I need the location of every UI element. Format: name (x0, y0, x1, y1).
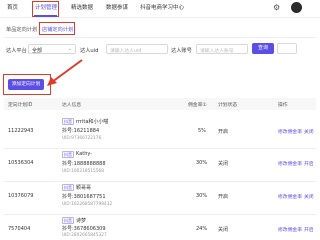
annotation-arrow (47, 59, 83, 86)
toggle-status-link[interactable]: 关闭 (304, 128, 314, 135)
chevron-down-icon: ⌄ (67, 46, 72, 52)
uid-input[interactable]: 请输入达人uid (106, 44, 168, 54)
plan-status: 开启 (218, 129, 229, 135)
platform-tag: 抖音 (62, 184, 74, 191)
plan-status: 关闭 (218, 227, 229, 233)
commission-rate: 30% (196, 193, 208, 199)
platform-tag: 抖音 (62, 151, 74, 158)
nav-item-home[interactable]: 首页 (7, 3, 18, 11)
tab-divider (4, 37, 316, 38)
influencer-uid: UID:2802665845327 (62, 233, 107, 238)
row-plan-id: 11222943 (8, 128, 34, 134)
nav-active-indicator (34, 15, 57, 17)
influencer-name: Kathy- (76, 151, 93, 157)
platform-tag: 抖音 (62, 118, 74, 125)
highlight-box-tab (39, 22, 75, 35)
col-header-influencer: 达人信息 (62, 103, 82, 108)
platform-label: 达人平台 (6, 48, 27, 54)
col-header-status: 计划状态 (218, 103, 238, 108)
influencer-name: 颖哥哥 (76, 185, 92, 191)
influencer-name: rrrita和小小喵 (76, 119, 109, 125)
platform-tag: 抖音 (62, 217, 74, 224)
toggle-status-link[interactable]: 开启 (304, 226, 314, 233)
edit-commission-link[interactable]: 修改佣金率 (278, 128, 302, 135)
influencer-uid: UID:97366722176 (62, 136, 102, 141)
influencer-account: 抖号:16211884 (62, 128, 100, 134)
influencer-account: 抖号:1888888888 (62, 161, 106, 167)
influencer-name: 诗梦 (76, 218, 87, 224)
influencer-uid: UID:102268587798432 (62, 202, 113, 207)
row-plan-id: 7570404 (8, 226, 31, 232)
nav-item-learning-center[interactable]: 抖音电商学习中心 (140, 3, 184, 11)
edit-commission-link[interactable]: 修改佣金率 (278, 160, 302, 167)
influencer-account: 抖号:3678606309 (62, 226, 106, 232)
reset-button[interactable] (277, 43, 297, 54)
commission-rate: 24% (196, 226, 208, 232)
nav-item-selected-data[interactable]: 精选数据 (71, 3, 93, 11)
platform-select-value: 全部 (32, 48, 43, 54)
commission-rate: 30% (196, 160, 208, 166)
tab-single-product-plan[interactable]: 单品定向计划 (6, 26, 37, 33)
plan-status: 开启 (218, 194, 229, 200)
nav-item-data-advisor[interactable]: 数据参谋 (106, 3, 128, 11)
edit-commission-link[interactable]: 修改佣金率 (278, 193, 302, 200)
gear-icon[interactable]: ⚙ (273, 3, 282, 12)
influencer-uid: UID:100218515568 (62, 169, 104, 174)
avatar[interactable] (291, 2, 302, 13)
toggle-status-link[interactable]: 开启 (304, 160, 314, 167)
row-plan-id: 10536304 (8, 160, 34, 166)
platform-select[interactable]: 全部 ⌄ (28, 44, 76, 54)
account-label: 达人账号 (171, 48, 192, 54)
toggle-status-link[interactable]: 关闭 (304, 193, 314, 200)
plan-status: 关闭 (218, 161, 229, 167)
row-divider (4, 148, 316, 149)
col-header-id: 定向计划ID (8, 103, 33, 108)
col-header-commission: 佣金率① (188, 103, 207, 108)
row-plan-id: 10376079 (8, 193, 34, 199)
row-divider (4, 181, 316, 182)
edit-commission-link[interactable]: 修改佣金率 (278, 226, 302, 233)
row-divider (4, 214, 316, 215)
col-header-actions: 操作 (278, 103, 288, 108)
influencer-account: 抖号:3801687751 (62, 194, 106, 200)
search-button[interactable]: 查询 (252, 43, 274, 54)
account-input[interactable]: 请输入达人账号 (196, 44, 248, 54)
uid-label: 达人uid (80, 48, 99, 54)
commission-rate: 5% (198, 128, 206, 134)
table-header (4, 98, 316, 110)
